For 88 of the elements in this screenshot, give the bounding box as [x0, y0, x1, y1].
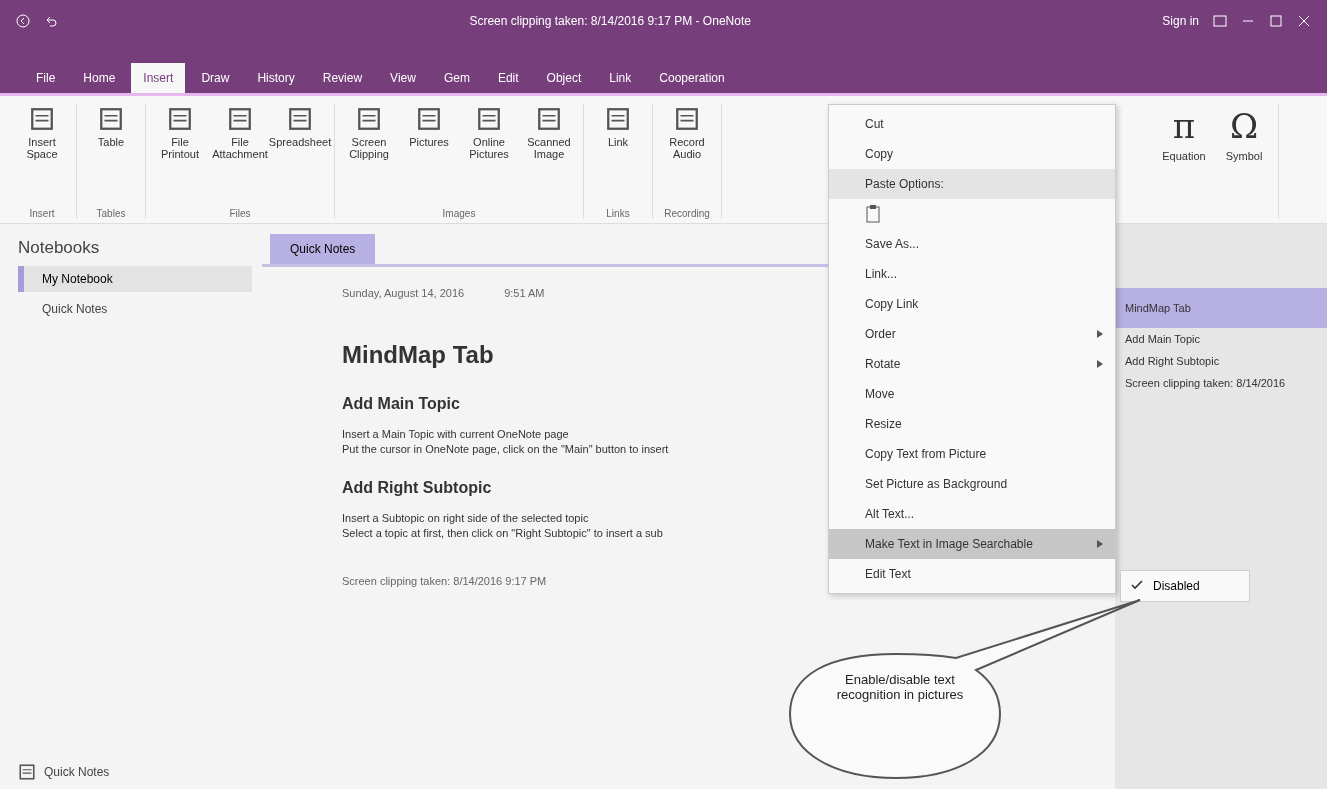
section-item[interactable]: Quick Notes — [18, 300, 252, 318]
document-icon — [98, 106, 124, 132]
ribbon-tab[interactable]: Cooperation — [647, 63, 737, 93]
ribbon-tab[interactable]: History — [245, 63, 307, 93]
ribbon-tab[interactable]: Review — [310, 63, 375, 93]
menu-item[interactable]: Set Picture as Background — [829, 469, 1115, 499]
group-label: Files — [228, 208, 252, 219]
menu-item[interactable]: Save As... — [829, 229, 1115, 259]
page-time: 9:51 AM — [504, 287, 545, 299]
menu-item[interactable]: Cut — [829, 109, 1115, 139]
document-icon — [536, 106, 562, 132]
ribbon-button[interactable]: Insert Space — [14, 104, 70, 208]
ribbon-tab[interactable]: Object — [534, 63, 594, 93]
ribbon-button[interactable]: Screen Clipping — [341, 104, 397, 208]
group-label: Recording — [663, 208, 711, 219]
menu-item[interactable]: Rotate — [829, 349, 1115, 379]
ribbon-button[interactable]: Scanned Image — [521, 104, 577, 208]
menu-item[interactable]: Copy Text from Picture — [829, 439, 1115, 469]
ribbon-tab[interactable]: Edit — [485, 63, 531, 93]
paste-icon[interactable] — [865, 204, 881, 224]
page-item[interactable]: Screen clipping taken: 8/14/2016 — [1115, 372, 1327, 394]
ribbon-button[interactable]: Ω Symbol — [1216, 104, 1272, 219]
menu-item[interactable]: Copy Link — [829, 289, 1115, 319]
ribbon-button[interactable]: File Printout — [152, 104, 208, 208]
ribbon-display-icon[interactable] — [1213, 15, 1227, 27]
submenu-item[interactable]: Disabled — [1121, 575, 1249, 597]
back-icon[interactable] — [16, 14, 30, 28]
source-link[interactable]: Screen clipping taken: 8/14/2016 9:17 PM — [342, 575, 547, 587]
close-icon[interactable] — [1297, 14, 1311, 28]
sign-in-link[interactable]: Sign in — [1162, 14, 1199, 28]
menu-item[interactable]: Copy — [829, 139, 1115, 169]
ribbon-tab[interactable]: Gem — [431, 63, 482, 93]
page-item[interactable]: Add Main Topic — [1115, 328, 1327, 350]
note-icon — [18, 763, 36, 781]
symbol-glyph: π — [1172, 106, 1196, 146]
ribbon-button[interactable]: Online Pictures — [461, 104, 517, 208]
menu-item[interactable]: Edit Text — [829, 559, 1115, 589]
paragraph: Insert a Main Topic with current OneNote page — [342, 427, 569, 442]
menu-item[interactable]: Move — [829, 379, 1115, 409]
undo-icon[interactable] — [44, 14, 58, 28]
notebook-item[interactable]: My Notebook — [18, 266, 252, 292]
ribbon-button[interactable]: π Equation — [1156, 104, 1212, 219]
maximize-icon[interactable] — [1269, 14, 1283, 28]
paragraph: Select a topic at first, then click on "Right Subtopic" to insert a sub — [342, 526, 663, 541]
ribbon-button[interactable]: Table — [83, 104, 139, 208]
group-label: Tables — [95, 208, 127, 219]
symbol-glyph: Ω — [1229, 106, 1259, 146]
ribbon-tab[interactable]: View — [378, 63, 428, 93]
document-icon — [287, 106, 313, 132]
menu-item[interactable]: Resize — [829, 409, 1115, 439]
document-icon — [356, 106, 382, 132]
ribbon-tab[interactable]: File — [24, 63, 68, 93]
document-icon — [416, 106, 442, 132]
ribbon-button[interactable]: Pictures — [401, 104, 457, 208]
notebooks-header: Notebooks — [18, 238, 101, 258]
ribbon-tab[interactable]: Insert — [131, 63, 186, 93]
page-title: MindMap Tab — [342, 341, 494, 369]
group-label: Links — [605, 208, 631, 219]
window-title: Screen clipping taken: 8/14/2016 9:17 PM - OneNote — [468, 14, 752, 28]
ribbon-button[interactable]: Record Audio — [659, 104, 715, 208]
document-icon — [167, 106, 193, 132]
document-icon — [674, 106, 700, 132]
document-icon — [476, 106, 502, 132]
callout-text: Enable/disable text recognition in pictures — [835, 672, 965, 702]
group-label: Insert — [28, 208, 56, 219]
menu-item[interactable]: Link... — [829, 259, 1115, 289]
page-date: Sunday, August 14, 2016 — [342, 287, 465, 299]
ribbon-tab[interactable]: Home — [71, 63, 128, 93]
heading: Add Main Topic — [342, 395, 460, 413]
quick-notes-link[interactable]: Quick Notes — [44, 765, 110, 779]
heading: Add Right Subtopic — [342, 479, 492, 497]
menu-item[interactable]: Paste Options: — [829, 169, 1115, 199]
section-tab[interactable]: Quick Notes — [270, 234, 376, 264]
paragraph: Insert a Subtopic on right side of the selected topic — [342, 511, 589, 526]
document-icon — [29, 106, 55, 132]
menu-item[interactable]: Order — [829, 319, 1115, 349]
ribbon-tab[interactable]: Draw — [189, 63, 242, 93]
page-item[interactable]: Add Right Subtopic — [1115, 350, 1327, 372]
ribbon-tab[interactable]: Link — [597, 63, 644, 93]
ribbon-button[interactable]: Link — [590, 104, 646, 208]
menu-item[interactable]: Make Text in Image Searchable — [829, 529, 1115, 559]
document-icon — [605, 106, 631, 132]
page-item[interactable]: MindMap Tab — [1115, 288, 1327, 328]
group-label: Images — [441, 208, 477, 219]
paragraph: Put the cursor in OneNote page, click on the "Main" button to insert — [342, 442, 669, 457]
menu-item[interactable]: Alt Text... — [829, 499, 1115, 529]
document-icon — [227, 106, 253, 132]
ribbon-button[interactable]: File Attachment — [212, 104, 268, 208]
